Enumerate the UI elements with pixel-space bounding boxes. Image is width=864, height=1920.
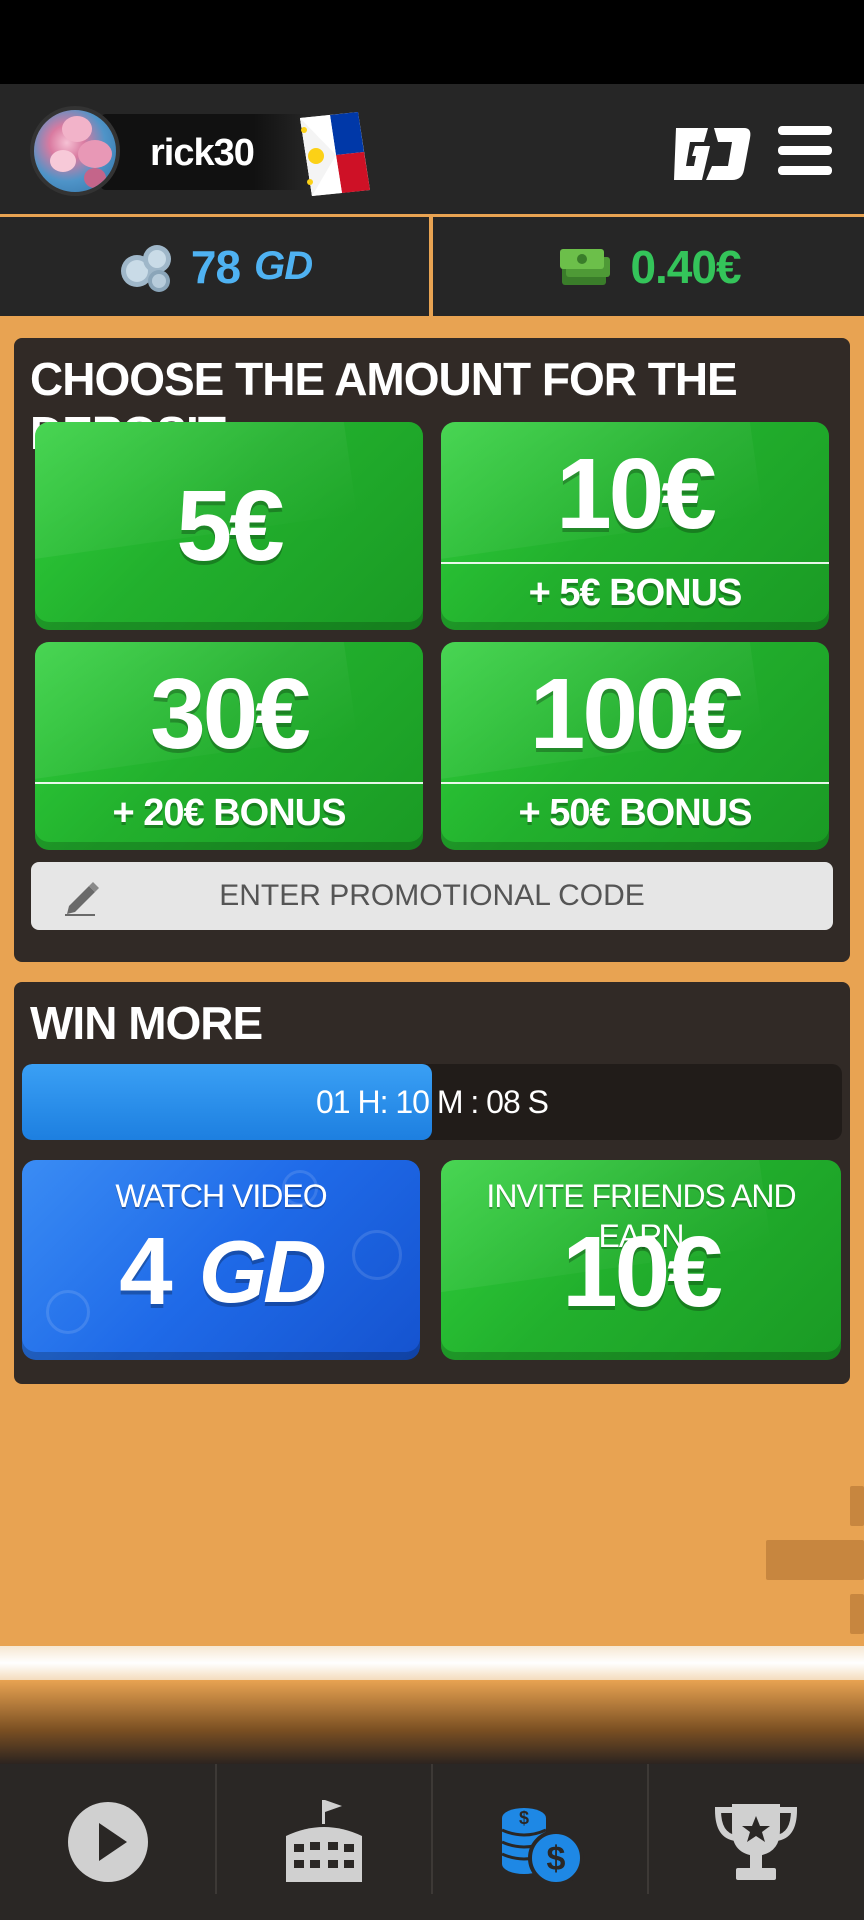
svg-text:$: $ [547, 1840, 566, 1878]
invite-friends-value: 10€ [562, 1216, 723, 1328]
balance-bar: 78 GD 0.40€ [0, 214, 864, 316]
nav-trophy[interactable] [648, 1764, 864, 1920]
bottom-navigation: $ $ [0, 1764, 864, 1920]
status-bar [0, 0, 864, 84]
top-header: rick30 [0, 84, 864, 214]
watch-video-reward: 4 GD [22, 1222, 420, 1322]
bonus-divider [441, 782, 829, 784]
track-shadow [0, 1680, 864, 1764]
username: rick30 [150, 132, 255, 174]
cash-value: 0.40€ [630, 240, 741, 293]
watch-video-label: WATCH VIDEO [115, 1178, 327, 1214]
nav-deposit[interactable]: $ $ [432, 1764, 648, 1920]
play-icon [68, 1802, 148, 1882]
nav-stadium[interactable] [216, 1764, 432, 1920]
deposit-panel: CHOOSE THE AMOUNT FOR THE DEPOSIT 5€ 10€… [14, 338, 850, 962]
gd-logo-icon[interactable] [668, 124, 752, 184]
hamburger-menu-icon[interactable] [778, 126, 832, 176]
background-decoration [850, 1594, 864, 1634]
coins-balance[interactable]: 78 GD [0, 217, 429, 316]
bonus-divider [441, 562, 829, 564]
deposit-bonus: + 50€ BONUS [518, 792, 753, 834]
win-more-panel: WIN MORE 01 H: 10 M : 08 S WATCH VIDEO 4… [14, 982, 850, 1384]
philippines-flag-icon [300, 112, 370, 196]
invite-friends-button[interactable]: INVITE FRIENDS AND EARN 10€ [441, 1160, 841, 1360]
deposit-option-100[interactable]: 100€ + 50€ BONUS [441, 642, 829, 850]
trophy-icon [714, 1804, 798, 1880]
cash-balance[interactable]: 0.40€ [433, 217, 864, 316]
promo-code-placeholder: ENTER PROMOTIONAL CODE [219, 879, 645, 912]
watch-video-button[interactable]: WATCH VIDEO 4 GD [22, 1160, 420, 1360]
background-decoration [850, 1486, 864, 1526]
cash-stack-icon [560, 248, 611, 285]
deposit-amount: 5€ [176, 470, 284, 582]
coins-icon: $ $ [501, 1808, 584, 1886]
timer-progress-bar: 01 H: 10 M : 08 S [22, 1064, 842, 1140]
promo-code-input[interactable]: ENTER PROMOTIONAL CODE [31, 862, 833, 930]
nav-play[interactable] [0, 1764, 216, 1920]
deposit-amount: 10€ [556, 438, 717, 550]
deposit-option-10[interactable]: 10€ + 5€ BONUS [441, 422, 829, 630]
deposit-option-30[interactable]: 30€ + 20€ BONUS [35, 642, 423, 850]
coins-value: 78 [190, 240, 241, 293]
bonus-divider [35, 782, 423, 784]
deposit-option-5[interactable]: 5€ [35, 422, 423, 630]
watch-video-unit: GD [198, 1222, 327, 1321]
svg-text:$: $ [519, 1808, 529, 1828]
background-decoration [766, 1540, 864, 1580]
win-more-title: WIN MORE [30, 997, 263, 1049]
coins-unit: GD [254, 244, 313, 288]
watch-video-value: 4 [119, 1218, 173, 1325]
coins-icon [120, 244, 171, 292]
deposit-bonus: + 5€ BONUS [528, 572, 743, 614]
stadium-icon [286, 1800, 362, 1882]
deposit-amount: 30€ [150, 658, 311, 770]
deposit-amount: 100€ [529, 658, 743, 770]
deposit-bonus: + 20€ BONUS [112, 792, 347, 834]
track-stripe [0, 1646, 864, 1680]
timer-text: 01 H: 10 M : 08 S [315, 1084, 549, 1120]
avatar[interactable] [30, 106, 120, 196]
